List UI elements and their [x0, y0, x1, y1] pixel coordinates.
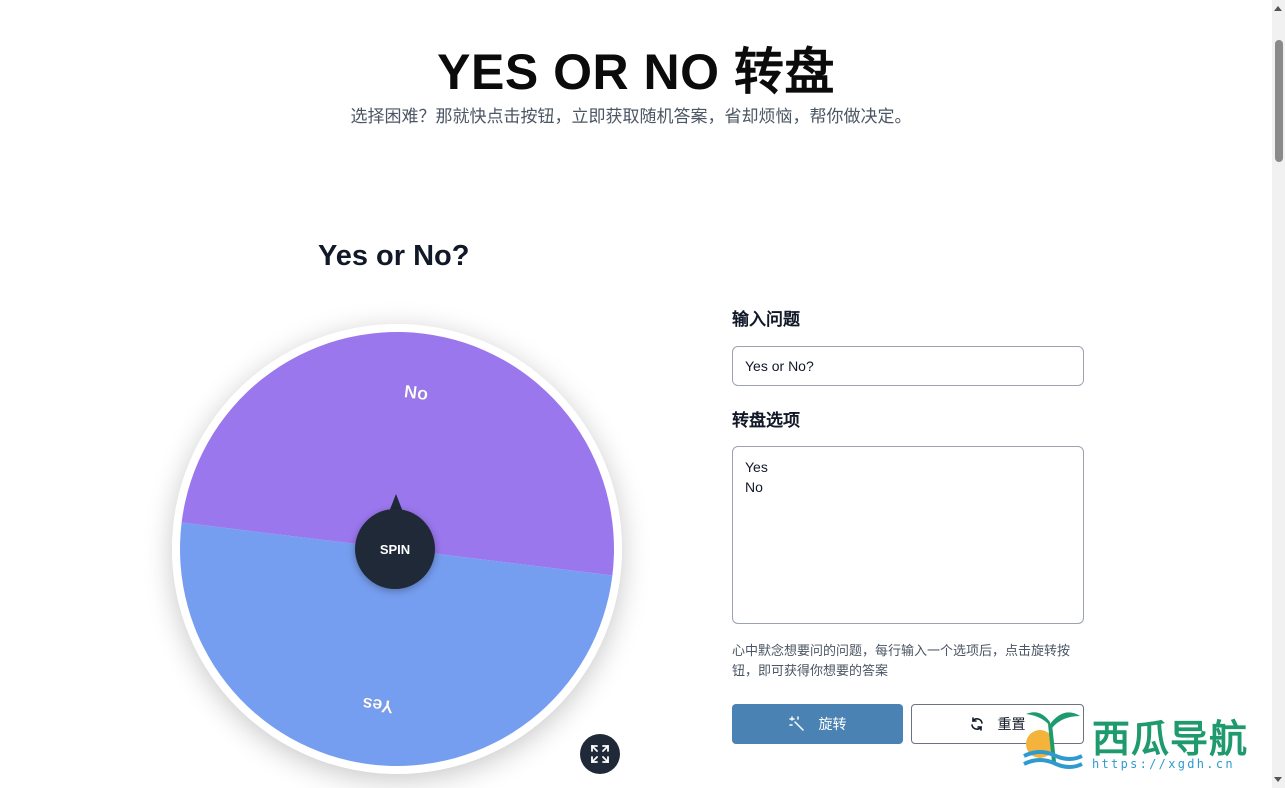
watermark-url: https://xgdh.cn [1092, 757, 1235, 771]
spin-button[interactable]: SPIN [355, 509, 435, 589]
question-label: 输入问题 [732, 310, 800, 329]
scroll-down-arrow-icon[interactable] [1274, 777, 1282, 782]
scroll-up-arrow-icon[interactable] [1274, 6, 1282, 11]
refresh-icon [970, 717, 983, 731]
fullscreen-button[interactable] [580, 734, 620, 774]
question-input[interactable] [732, 346, 1084, 386]
page-subtitle: 选择困难？那就快点击按钮，立即获取随机答案，省却烦恼，帮你做决定。 [350, 107, 912, 126]
options-label: 转盘选项 [732, 411, 800, 430]
scroll-thumb[interactable] [1275, 40, 1283, 162]
magic-wand-icon [788, 716, 804, 731]
watermark: 西瓜导航 https://xgdh.cn [1020, 702, 1270, 778]
page-title: YES OR NO 转盘 [437, 44, 835, 100]
spin-button-label: SPIN [379, 541, 411, 557]
wheel-label-no: No [403, 381, 429, 404]
help-text: 心中默念想要问的问题，每行输入一个选项后，点击旋转按钮，即可获得你想要的答案 [732, 643, 1071, 678]
rotate-button[interactable]: 旋转 [732, 704, 903, 744]
watermark-brand: 西瓜导航 [1092, 716, 1249, 761]
options-textarea[interactable]: Yes No [732, 446, 1084, 624]
wheel-title: Yes or No? [318, 240, 470, 272]
wheel-label-yes: Yes [361, 693, 394, 717]
rotate-button-label: 旋转 [818, 716, 847, 732]
page-scrollbar[interactable] [1272, 0, 1285, 788]
watermark-logo-icon [1023, 712, 1083, 769]
expand-icon [591, 745, 609, 763]
